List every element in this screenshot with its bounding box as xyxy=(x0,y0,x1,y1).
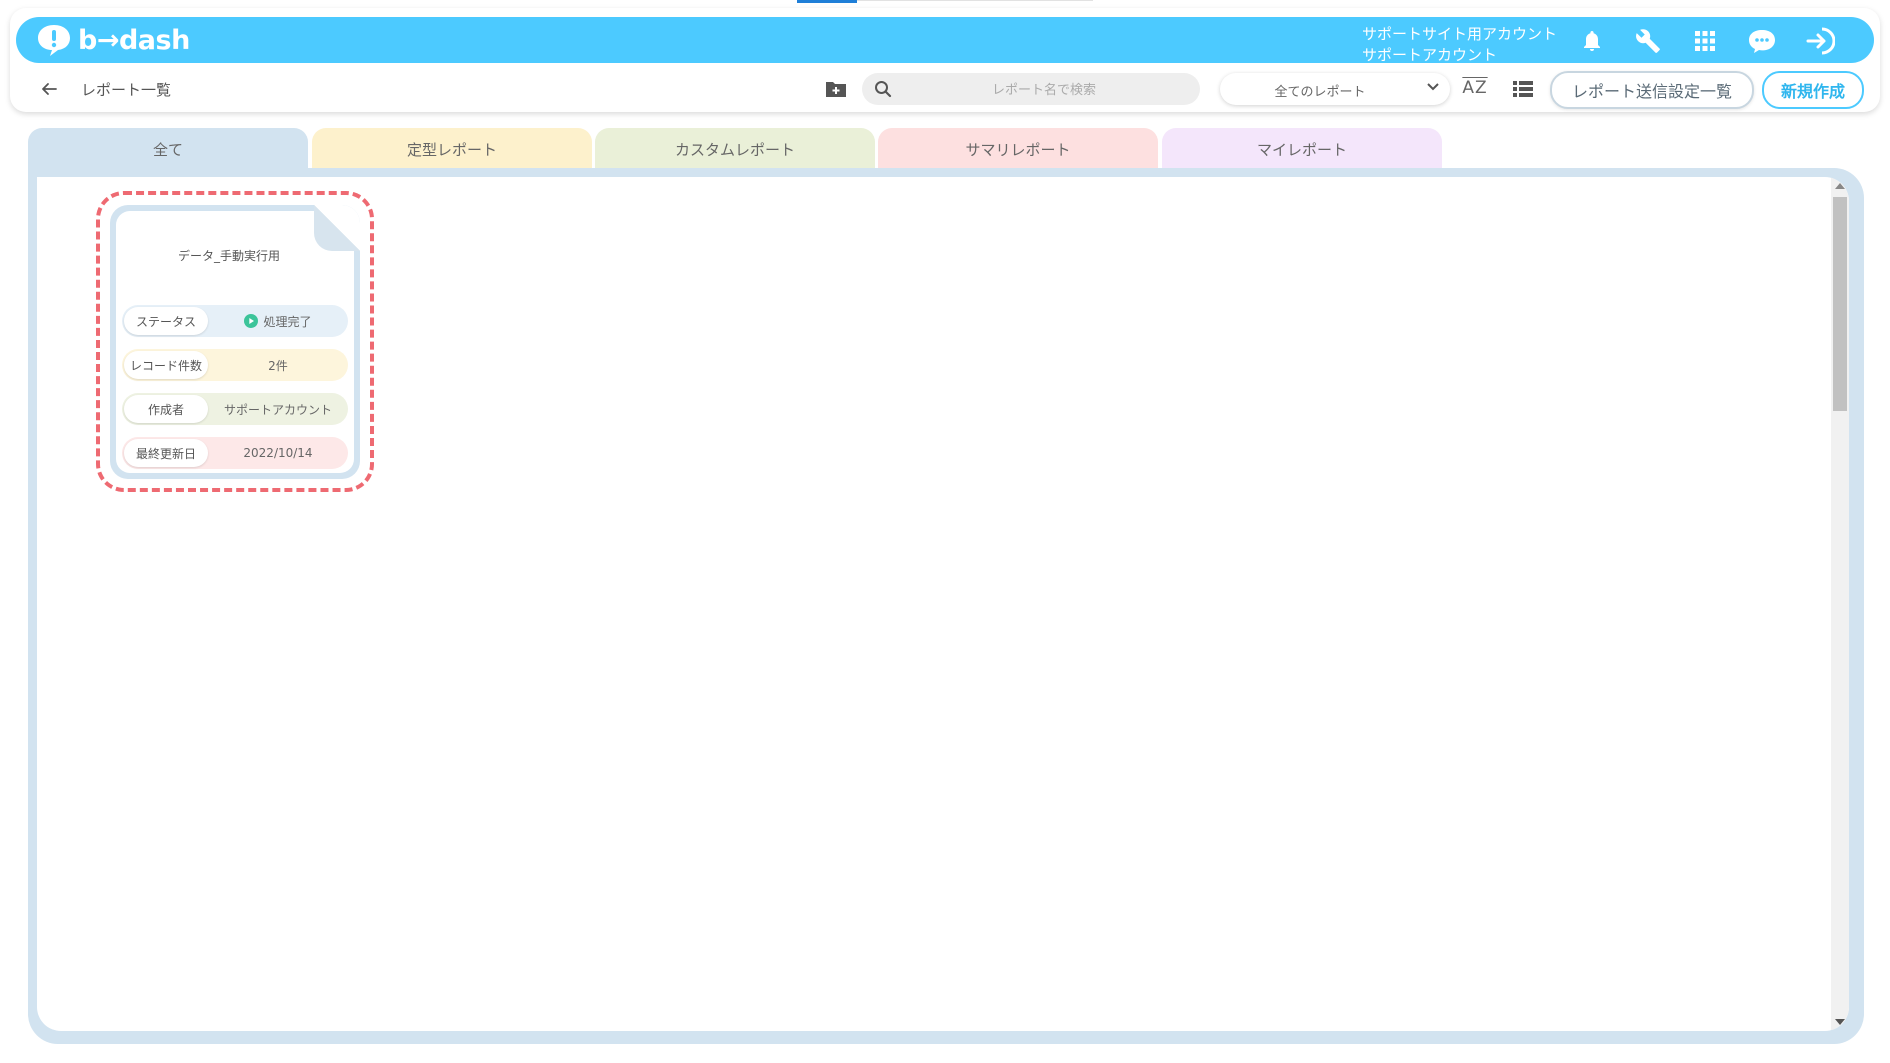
back-arrow-icon[interactable] xyxy=(38,78,60,100)
bell-icon[interactable] xyxy=(1576,25,1608,57)
sort-az-button[interactable]: AZ xyxy=(1460,74,1490,102)
account-name: サポートアカウント xyxy=(1362,46,1498,64)
tab-summary-label: サマリレポート xyxy=(965,140,1071,159)
account-site: サポートサイト用アカウント xyxy=(1362,25,1558,43)
logout-icon[interactable] xyxy=(1804,25,1836,57)
header-card: b→dash サポートサイト用アカウント サポートアカウント レポート一覧 レポ… xyxy=(10,8,1880,112)
tab-standard-label: 定型レポート xyxy=(406,140,497,159)
chat-icon[interactable] xyxy=(1746,25,1778,57)
top-bar: b→dash サポートサイト用アカウント サポートアカウント xyxy=(16,17,1874,66)
report-send-settings-button[interactable]: レポート送信設定一覧 xyxy=(1550,71,1754,109)
tab-custom-label: カスタムレポート xyxy=(674,140,795,159)
top-accent xyxy=(797,0,857,3)
tab-custom-reports[interactable]: カスタムレポート xyxy=(595,128,875,170)
scrollbar[interactable] xyxy=(1831,177,1849,1031)
scroll-down-arrow-icon[interactable] xyxy=(1835,1019,1845,1025)
new-report-button[interactable]: 新規作成 xyxy=(1762,71,1864,109)
scroll-thumb[interactable] xyxy=(1833,197,1847,411)
highlight-dashed-outline xyxy=(96,191,374,492)
report-send-settings-label: レポート送信設定一覧 xyxy=(1571,82,1732,101)
sort-az-label: AZ xyxy=(1462,78,1488,98)
tab-standard-reports[interactable]: 定型レポート xyxy=(312,128,592,170)
tab-summary-reports[interactable]: サマリレポート xyxy=(878,128,1158,170)
tab-my-label: マイレポート xyxy=(1256,140,1347,159)
tab-my-reports[interactable]: マイレポート xyxy=(1162,128,1442,170)
logo-text: b→dash xyxy=(78,24,190,56)
account-info[interactable]: サポートサイト用アカウント サポートアカウント xyxy=(1362,24,1557,66)
list-view-icon[interactable] xyxy=(1510,76,1536,102)
report-filter-value: 全てのレポート xyxy=(1274,85,1366,100)
add-folder-icon[interactable] xyxy=(822,76,850,102)
top-accent-line xyxy=(857,0,1093,1)
page-title: レポート一覧 xyxy=(81,81,172,99)
chevron-down-icon xyxy=(1427,83,1439,91)
report-filter-select[interactable]: 全てのレポート xyxy=(1220,73,1450,105)
logo-bubble-icon xyxy=(38,25,70,56)
grid-icon[interactable] xyxy=(1689,25,1721,57)
scroll-up-arrow-icon[interactable] xyxy=(1835,183,1845,189)
new-report-label: 新規作成 xyxy=(1780,82,1845,101)
search-box xyxy=(862,73,1200,107)
logo[interactable]: b→dash xyxy=(36,23,190,57)
wrench-icon[interactable] xyxy=(1632,25,1664,57)
tab-all[interactable]: 全て xyxy=(28,128,308,170)
search-icon xyxy=(875,81,892,98)
tab-all-label: 全て xyxy=(152,140,183,159)
search-input[interactable] xyxy=(902,73,1186,107)
